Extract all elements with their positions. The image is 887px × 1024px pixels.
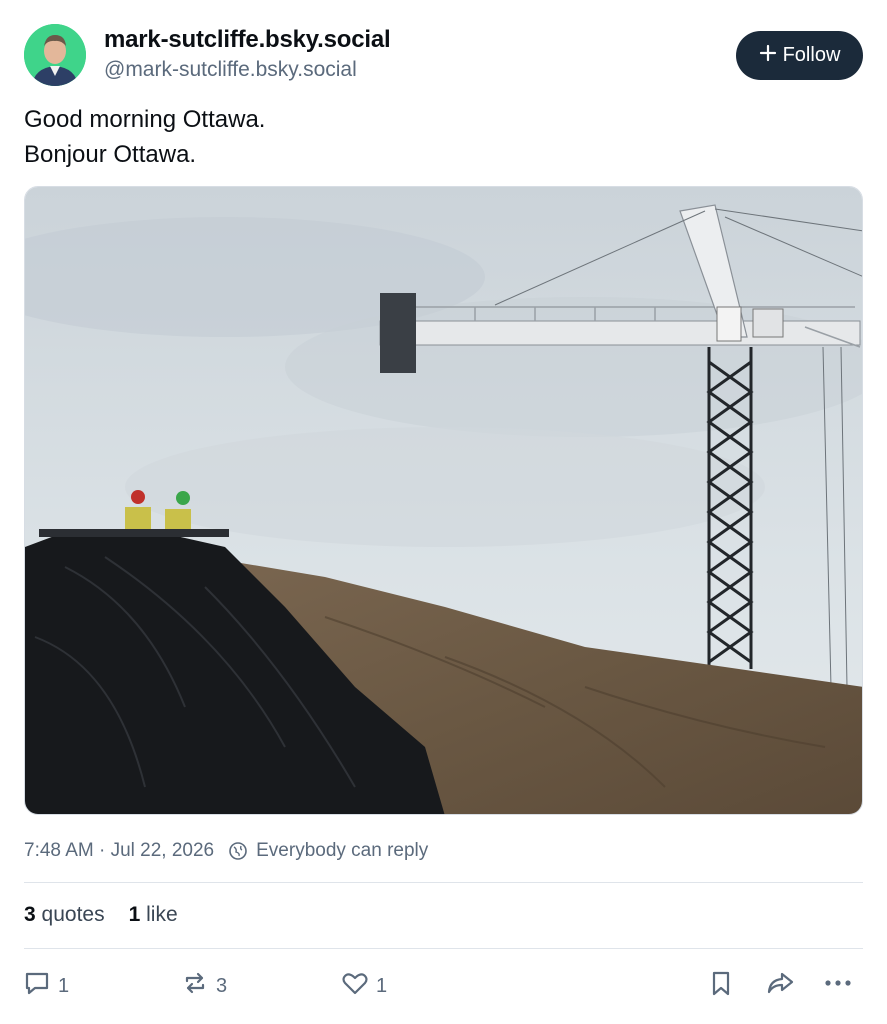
plus-icon — [759, 44, 777, 68]
bookmark-icon — [706, 968, 736, 1004]
likes-label: like — [146, 903, 178, 926]
post-text-line-1: Good morning Ottawa. — [24, 106, 266, 133]
comment-icon — [22, 968, 52, 1004]
reply-button[interactable]: 1 — [22, 968, 69, 1004]
repost-icon — [180, 968, 210, 1004]
ellipsis-icon — [822, 968, 854, 1004]
post-stats: 3 quotes 1 like — [24, 903, 178, 927]
heart-icon — [340, 968, 370, 1004]
follow-label: Follow — [782, 44, 841, 66]
quotes-stat[interactable]: 3 quotes — [24, 903, 105, 927]
repost-button[interactable]: 3 — [180, 968, 227, 1004]
post-image[interactable] — [24, 186, 863, 815]
reply-setting[interactable]: Everybody can reply — [256, 840, 428, 862]
share-icon — [764, 968, 796, 1004]
likes-stat[interactable]: 1 like — [129, 903, 178, 927]
quotes-label: quotes — [41, 903, 105, 926]
post-text-line-2: Bonjour Ottawa. — [24, 141, 197, 168]
post-timestamp[interactable]: 7:48 AM · Jul 22, 2026 — [24, 840, 214, 862]
like-count: 1 — [376, 974, 388, 997]
bookmark-button[interactable] — [706, 968, 736, 1004]
reply-count: 1 — [58, 974, 70, 997]
quotes-count: 3 — [24, 903, 36, 926]
more-options-button[interactable] — [822, 968, 854, 1004]
repost-count: 3 — [216, 974, 228, 997]
author-handle[interactable]: @mark-sutcliffe.bsky.social — [104, 58, 357, 82]
divider — [24, 948, 863, 949]
post-meta: 7:48 AM · Jul 22, 2026 Everybody can rep… — [24, 840, 428, 862]
likes-count: 1 — [128, 903, 141, 926]
display-name[interactable]: mark-sutcliffe.bsky.social — [104, 26, 391, 54]
globe-icon — [228, 841, 248, 861]
divider — [24, 882, 863, 883]
like-button[interactable]: 1 — [340, 968, 387, 1004]
follow-button[interactable]: Follow — [736, 31, 863, 80]
avatar[interactable] — [24, 24, 86, 86]
share-button[interactable] — [764, 968, 796, 1004]
